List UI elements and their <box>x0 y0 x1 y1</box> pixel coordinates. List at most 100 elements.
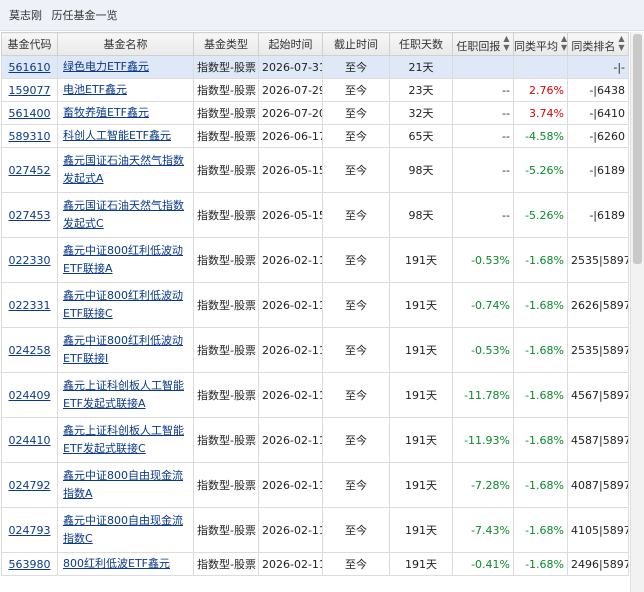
peer-rank-cell: -|6189 <box>589 208 625 222</box>
table-row[interactable]: 024409 鑫元上证科创板人工智能ETF发起式联接A 指数型-股票 2026-02-… <box>1 372 629 418</box>
fund-name-link[interactable]: 鑫元中证800自由现金流指数C <box>63 514 183 545</box>
start-date-cell: 2026-02-11 <box>262 253 323 267</box>
fund-name-cell[interactable]: 绿色电力ETF鑫元 <box>57 55 194 79</box>
fund-type-cell: 指数型-股票 <box>197 479 256 492</box>
fund-name-cell[interactable]: 鑫元上证科创板人工智能ETF发起式联接C <box>57 417 194 463</box>
fund-code-cell[interactable]: 561610 <box>1 55 58 79</box>
col-header-rank-label: 同类排名 <box>571 40 616 53</box>
fund-code-link[interactable]: 024792 <box>9 479 51 492</box>
fund-name-cell[interactable]: 鑫元中证800自由现金流指数A <box>57 462 194 508</box>
fund-name-link[interactable]: 电池ETF鑫元 <box>63 83 127 96</box>
sort-arrows-icon[interactable]: ▲ ▼ <box>503 34 509 52</box>
fund-name-link[interactable]: 鑫元中证800红利低波动ETF联接C <box>63 289 183 320</box>
col-header-return[interactable]: 任职回报▲ ▼ <box>452 32 514 56</box>
fund-code-link[interactable]: 024410 <box>9 434 51 447</box>
fund-code-link[interactable]: 159077 <box>9 84 51 97</box>
peer-average-cell: -1.68% <box>525 388 564 402</box>
fund-code-link[interactable]: 589310 <box>9 130 51 143</box>
col-header-end[interactable]: 截止时间 <box>322 32 390 56</box>
fund-name-cell[interactable]: 科创人工智能ETF鑫元 <box>57 124 194 148</box>
fund-code-link[interactable]: 024258 <box>9 344 51 357</box>
fund-name-link[interactable]: 鑫元上证科创板人工智能ETF发起式联接A <box>63 379 184 410</box>
table-row[interactable]: 027452 鑫元国证石油天然气指数发起式A 指数型-股票 2026-05-15 至今 9… <box>1 147 629 193</box>
col-header-code[interactable]: 基金代码 <box>1 32 58 56</box>
fund-code-link[interactable]: 024409 <box>9 389 51 402</box>
table-row[interactable]: 024410 鑫元上证科创板人工智能ETF发起式联接C 指数型-股票 2026-02-… <box>1 417 629 463</box>
fund-name-cell[interactable]: 畜牧养殖ETF鑫元 <box>57 101 194 125</box>
fund-code-link[interactable]: 561400 <box>9 107 51 120</box>
fund-name-link[interactable]: 鑫元中证800自由现金流指数A <box>63 469 183 500</box>
fund-code-link[interactable]: 022330 <box>9 254 51 267</box>
fund-name-cell[interactable]: 鑫元中证800红利低波动ETF联接C <box>57 282 194 328</box>
start-date-cell: 2026-02-11 <box>258 462 323 508</box>
table-row[interactable]: 563980 800红利低波ETF鑫元 指数型-股票 2026-02-11 至今 191天… <box>1 552 629 576</box>
fund-code-cell[interactable]: 563980 <box>1 552 58 576</box>
peer-average-cell: -5.26% <box>525 163 564 177</box>
scrollbar-thumb[interactable] <box>633 34 642 264</box>
fund-name-link[interactable]: 鑫元国证石油天然气指数发起式A <box>63 154 184 185</box>
fund-name-link[interactable]: 科创人工智能ETF鑫元 <box>63 129 171 142</box>
table-row[interactable]: 589310 科创人工智能ETF鑫元 指数型-股票 2026-06-17 至今 65天 --… <box>1 124 629 148</box>
fund-name-link[interactable]: 鑫元国证石油天然气指数发起式C <box>63 199 184 230</box>
col-header-rank[interactable]: 同类排名▲ ▼ <box>567 32 629 56</box>
fund-code-cell[interactable]: 159077 <box>1 78 58 102</box>
fund-name-cell[interactable]: 鑫元中证800红利低波动ETF联接A <box>57 237 194 283</box>
fund-name-cell[interactable]: 鑫元国证石油天然气指数发起式C <box>57 192 194 238</box>
fund-type-cell: 指数型-股票 <box>197 209 256 222</box>
col-header-start[interactable]: 起始时间 <box>258 32 323 56</box>
table-row[interactable]: 024793 鑫元中证800自由现金流指数C 指数型-股票 2026-02-11 至今 1… <box>1 507 629 553</box>
fund-name-link[interactable]: 畜牧养殖ETF鑫元 <box>63 106 149 119</box>
fund-type-cell: 指数型-股票 <box>193 124 259 148</box>
table-row[interactable]: 024258 鑫元中证800红利低波动ETF联接I 指数型-股票 2026-02-11… <box>1 327 629 373</box>
sort-arrows-icon[interactable]: ▲ ▼ <box>561 34 567 52</box>
peer-rank-cell: 4567|5897 <box>567 372 629 418</box>
fund-name-cell[interactable]: 鑫元中证800自由现金流指数C <box>57 507 194 553</box>
fund-name-link[interactable]: 鑫元上证科创板人工智能ETF发起式联接C <box>63 424 184 455</box>
fund-code-cell[interactable]: 561400 <box>1 101 58 125</box>
sort-arrows-icon[interactable]: ▲ ▼ <box>618 34 624 52</box>
table-row[interactable]: 027453 鑫元国证石油天然气指数发起式C 指数型-股票 2026-05-15 至今 9… <box>1 192 629 238</box>
start-date-cell: 2026-02-11 <box>258 372 323 418</box>
fund-code-link[interactable]: 022331 <box>9 299 51 312</box>
start-date-cell: 2026-07-31 <box>262 60 323 74</box>
fund-code-link[interactable]: 024793 <box>9 524 51 537</box>
fund-code-cell[interactable]: 024258 <box>1 327 58 373</box>
col-header-name[interactable]: 基金名称 <box>57 32 194 56</box>
fund-code-cell[interactable]: 027453 <box>1 192 58 238</box>
fund-code-cell[interactable]: 022331 <box>1 282 58 328</box>
fund-code-link[interactable]: 027452 <box>9 164 51 177</box>
col-header-days[interactable]: 任职天数 <box>389 32 453 56</box>
table-row[interactable]: 561610 绿色电力ETF鑫元 指数型-股票 2026-07-31 至今 21天 -|- <box>1 55 629 79</box>
fund-code-cell[interactable]: 589310 <box>1 124 58 148</box>
fund-name-link[interactable]: 800红利低波ETF鑫元 <box>63 557 170 570</box>
fund-code-cell[interactable]: 024793 <box>1 507 58 553</box>
col-header-avg[interactable]: 同类平均▲ ▼ <box>513 32 568 56</box>
fund-code-cell[interactable]: 024410 <box>1 417 58 463</box>
fund-code-link[interactable]: 027453 <box>9 209 51 222</box>
col-header-type[interactable]: 基金类型 <box>193 32 259 56</box>
fund-name-cell[interactable]: 电池ETF鑫元 <box>57 78 194 102</box>
fund-type-cell: 指数型-股票 <box>193 237 259 283</box>
table-row[interactable]: 024792 鑫元中证800自由现金流指数A 指数型-股票 2026-02-11 至今 1… <box>1 462 629 508</box>
table-row[interactable]: 561400 畜牧养殖ETF鑫元 指数型-股票 2026-07-20 至今 32天 -- 3.… <box>1 101 629 125</box>
start-date-cell: 2026-02-11 <box>262 478 323 492</box>
fund-code-link[interactable]: 563980 <box>9 558 51 571</box>
table-row[interactable]: 159077 电池ETF鑫元 指数型-股票 2026-07-29 至今 23天 -- 2.76… <box>1 78 629 102</box>
fund-code-link[interactable]: 561610 <box>9 61 51 74</box>
fund-type-cell: 指数型-股票 <box>197 434 256 447</box>
fund-code-cell[interactable]: 024792 <box>1 462 58 508</box>
fund-name-link[interactable]: 鑫元中证800红利低波动ETF联接A <box>63 244 183 275</box>
fund-name-cell[interactable]: 鑫元中证800红利低波动ETF联接I <box>57 327 194 373</box>
vertical-scrollbar[interactable] <box>630 32 644 592</box>
table-row[interactable]: 022330 鑫元中证800红利低波动ETF联接A 指数型-股票 2026-02-11… <box>1 237 629 283</box>
table-row[interactable]: 022331 鑫元中证800红利低波动ETF联接C 指数型-股票 2026-02-11… <box>1 282 629 328</box>
fund-code-cell[interactable]: 027452 <box>1 147 58 193</box>
fund-name-cell[interactable]: 800红利低波ETF鑫元 <box>57 552 194 576</box>
fund-name-cell[interactable]: 鑫元国证石油天然气指数发起式A <box>57 147 194 193</box>
peer-rank-cell: 4087|5897 <box>567 462 629 508</box>
fund-name-link[interactable]: 绿色电力ETF鑫元 <box>63 60 149 73</box>
fund-code-cell[interactable]: 024409 <box>1 372 58 418</box>
fund-name-link[interactable]: 鑫元中证800红利低波动ETF联接I <box>63 334 183 365</box>
fund-name-cell[interactable]: 鑫元上证科创板人工智能ETF发起式联接A <box>57 372 194 418</box>
fund-code-cell[interactable]: 022330 <box>1 237 58 283</box>
